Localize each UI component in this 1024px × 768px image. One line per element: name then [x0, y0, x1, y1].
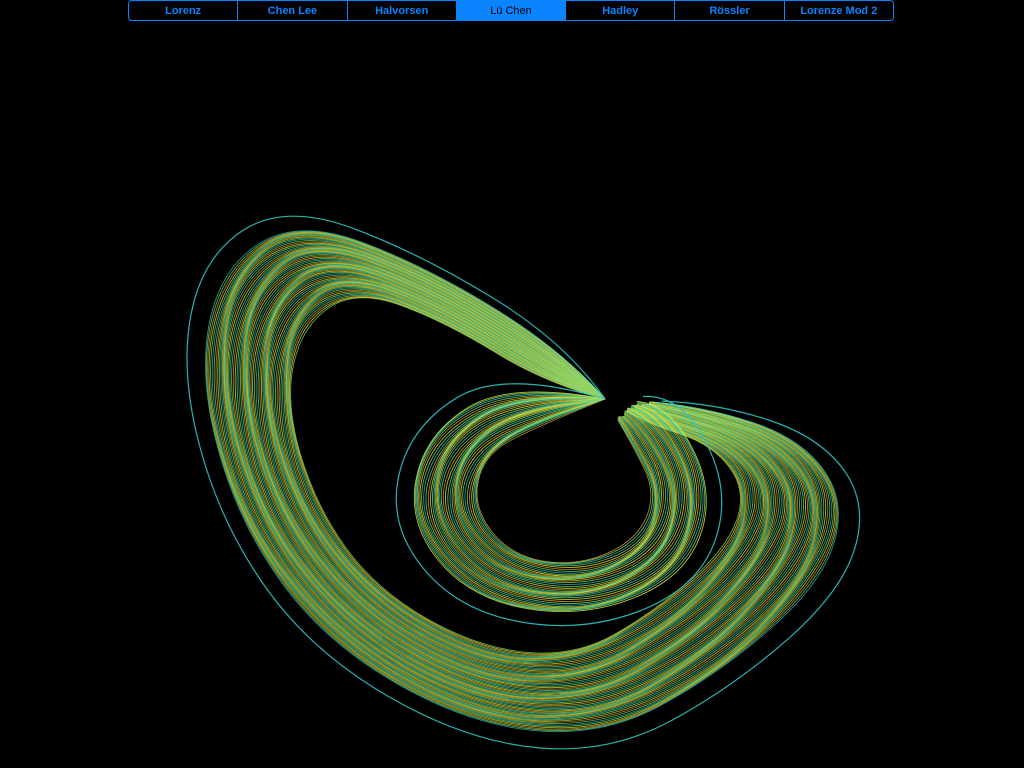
attractor-plot: [0, 21, 1024, 768]
attractor-canvas[interactable]: [0, 21, 1024, 768]
segment-lorenz[interactable]: Lorenz: [129, 1, 237, 20]
segment-lorenze-mod-2[interactable]: Lorenze Mod 2: [783, 1, 893, 20]
segment-chen-lee[interactable]: Chen Lee: [237, 1, 346, 20]
segment-rossler[interactable]: Rössler: [674, 1, 783, 20]
segment-halvorsen[interactable]: Halvorsen: [346, 1, 456, 20]
attractor-segmented-control: Lorenz Chen Lee Halvorsen Lü Chen Hadley…: [128, 0, 894, 21]
segment-lu-chen[interactable]: Lü Chen: [455, 1, 566, 20]
segment-hadley[interactable]: Hadley: [565, 1, 674, 20]
